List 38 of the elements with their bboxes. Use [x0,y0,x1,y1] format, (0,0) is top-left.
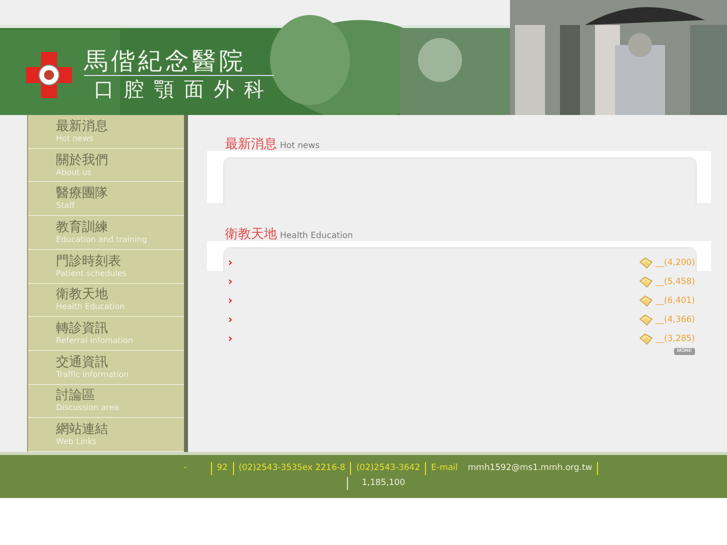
nav-item[interactable]: 教育訓練 Education and training [28,216,184,250]
folder-icon [638,256,653,268]
bullet-arrow: › [227,275,233,288]
view-count-link[interactable]: __(3,285) [656,334,695,344]
footer-text: E-mail [430,462,459,475]
bullet-arrow: › [227,313,233,326]
visitor-count: 1,185,100 [346,477,410,490]
view-count-link[interactable]: __(4,366) [656,314,695,324]
nav-item[interactable]: 交通資訊 Traffic information [28,350,184,385]
view-count-link[interactable]: __(4,200) [656,258,695,268]
section-subtitle: Health Education [280,231,353,241]
section-title: 最新消息 [225,136,277,153]
view-count-link[interactable]: __(5,458) [656,276,695,286]
folder-icon [638,332,653,344]
bullet-arrow: › [227,332,233,345]
nav-item[interactable]: 最新消息 Hot news [28,115,184,149]
bullet-arrow: › [227,256,233,269]
footer-text: mmh1592@ms1.mmh.org.tw [462,462,598,475]
nav-item[interactable]: 轉診資訊 Referral infomation [28,317,184,351]
footer-text: - [178,462,212,475]
nav-item[interactable]: 討論區 Discussion area [28,384,184,418]
view-count-link[interactable]: __(6,401) [656,296,695,306]
section-subtitle: Hot news [280,141,320,151]
footer-text: 92 [212,462,234,475]
cross-emblem-icon [26,52,72,98]
footer-text: (02)2543-3642 [351,462,426,475]
bullet-arrow: › [227,294,233,307]
folder-icon [638,314,653,326]
nav-item[interactable]: 關於我們 About us [28,148,184,182]
hospital-name: 馬偕紀念醫院 [84,47,274,76]
nav-item[interactable]: 衛教天地 Health Education [28,284,184,318]
section-title: 衛教天地 [225,226,277,243]
nav-item[interactable]: 門診時刻表 Patient schedules [28,250,184,284]
department-name: 口腔顎面外科 [93,76,274,102]
folder-icon [638,294,653,306]
footer-text: (02)2543-3535ex 2216-8 [234,462,352,475]
nav-item[interactable]: 醫療團隊 Staff [28,182,184,216]
folder-icon [638,276,653,288]
